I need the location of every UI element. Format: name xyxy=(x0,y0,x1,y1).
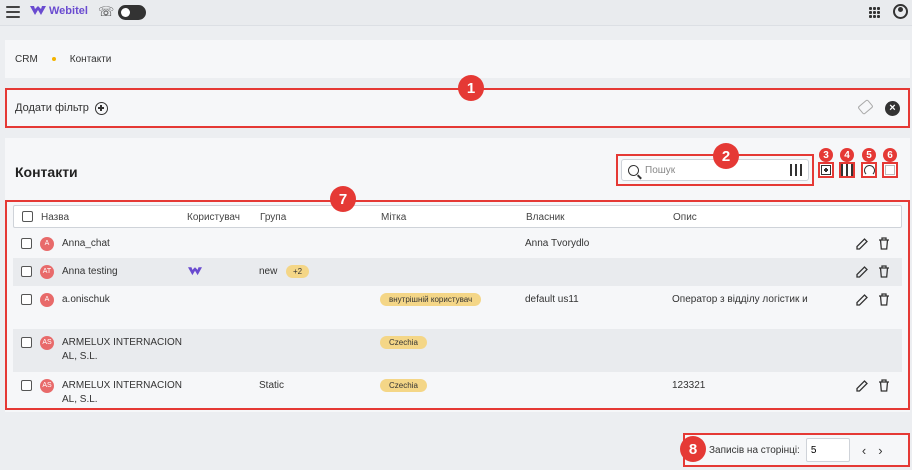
column-header-group[interactable]: Група xyxy=(260,212,286,223)
row-checkbox[interactable] xyxy=(21,337,32,348)
contact-description: Оператор з відділу логістик и xyxy=(672,294,808,305)
page-title: Контакти xyxy=(15,164,78,180)
close-icon[interactable]: × xyxy=(885,101,900,116)
pagination: Записів на сторінці: ‹ › xyxy=(683,433,910,467)
search-icon xyxy=(628,164,639,176)
avatar: A xyxy=(40,237,54,251)
top-bar: Webitel ☏ xyxy=(0,0,912,26)
columns-settings-button[interactable] xyxy=(839,162,855,178)
table-row[interactable]: AT Anna testing new +2 xyxy=(13,258,902,286)
select-all-checkbox[interactable] xyxy=(22,211,33,222)
group-count-badge[interactable]: +2 xyxy=(286,265,310,278)
contacts-table: Назва Користувач Група Мітка Власник Опи… xyxy=(5,200,910,410)
edit-icon[interactable] xyxy=(856,238,868,250)
annotation-badge-5: 5 xyxy=(862,148,876,162)
refresh-icon xyxy=(863,164,875,176)
annotation-badge-6: 6 xyxy=(883,148,897,162)
filter-sliders-icon[interactable] xyxy=(790,164,802,176)
phone-icon[interactable]: ☏ xyxy=(98,4,114,20)
chevron-right-icon[interactable]: › xyxy=(878,443,882,458)
contact-name[interactable]: a.onischuk xyxy=(62,293,110,307)
account-icon[interactable] xyxy=(893,4,908,19)
columns-sliders-icon xyxy=(841,164,853,176)
table-row[interactable]: A Anna_chat Anna Tvorydlo xyxy=(13,230,902,258)
webitel-logo-icon xyxy=(30,5,46,15)
contact-description: 123321 xyxy=(672,380,706,391)
trash-icon xyxy=(885,165,895,175)
add-filter-label: Додати фільтр xyxy=(15,102,89,114)
delete-icon[interactable] xyxy=(878,293,890,306)
annotation-badge-3: 3 xyxy=(819,148,833,162)
row-checkbox[interactable] xyxy=(21,266,32,277)
webitel-user-icon xyxy=(188,267,202,276)
contact-name[interactable]: ARMELUX INTERNACION AL, S.L. xyxy=(62,336,187,364)
table-header: Назва Користувач Група Мітка Власник Опи… xyxy=(13,205,902,228)
avatar: AS xyxy=(40,336,54,350)
add-contact-button[interactable] xyxy=(818,162,834,178)
edit-icon[interactable] xyxy=(856,294,868,306)
tag-chip: Czechia xyxy=(380,379,427,392)
row-checkbox[interactable] xyxy=(21,238,32,249)
filter-bar: Додати фільтр × xyxy=(5,88,910,128)
avatar: A xyxy=(40,293,54,307)
contacts-panel: Контакти Назва Користувач Група Мітка Вл… xyxy=(5,138,910,412)
contact-group: Static xyxy=(259,380,285,391)
status-toggle[interactable] xyxy=(118,5,146,20)
table-row[interactable]: AS ARMELUX INTERNACION AL, S.L. Static C… xyxy=(13,372,902,408)
tag-chip: внутрішній користувач xyxy=(380,293,482,306)
annotation-badge-4: 4 xyxy=(840,148,854,162)
column-header-owner[interactable]: Власник xyxy=(526,212,565,223)
hamburger-icon[interactable] xyxy=(6,6,20,18)
annotation-badge-2: 2 xyxy=(713,143,739,169)
delete-icon[interactable] xyxy=(878,265,890,278)
column-header-name[interactable]: Назва xyxy=(41,212,69,223)
column-header-user[interactable]: Користувач xyxy=(187,212,240,223)
apps-grid-icon[interactable] xyxy=(869,7,880,18)
annotation-badge-1: 1 xyxy=(458,75,484,101)
annotation-badge-7: 7 xyxy=(330,186,356,212)
row-checkbox[interactable] xyxy=(21,380,32,391)
refresh-button[interactable] xyxy=(861,162,877,178)
contact-owner: Anna Tvorydlo xyxy=(525,238,590,249)
plus-circle-icon xyxy=(94,101,108,115)
annotation-badge-8: 8 xyxy=(680,436,706,462)
logo-text: Webitel xyxy=(49,5,88,17)
eraser-icon[interactable] xyxy=(857,98,874,116)
edit-icon[interactable] xyxy=(856,380,868,392)
rows-per-page-input[interactable] xyxy=(805,438,850,462)
column-header-tag[interactable]: Мітка xyxy=(381,212,406,223)
avatar: AT xyxy=(40,265,54,279)
delete-selected-button[interactable] xyxy=(882,162,898,178)
tag-chip: Czechia xyxy=(380,336,427,349)
webitel-logo[interactable]: Webitel xyxy=(30,5,88,17)
contact-name[interactable]: Anna testing xyxy=(62,265,118,279)
breadcrumb-contacts: Контакти xyxy=(69,53,112,65)
rows-per-page-label: Записів на сторінці: xyxy=(709,444,800,456)
contact-name[interactable]: Anna_chat xyxy=(62,237,110,251)
add-filter-button[interactable]: Додати фільтр xyxy=(15,101,108,115)
breadcrumb: CRM Контакти xyxy=(5,40,910,78)
contact-group: new xyxy=(259,266,278,277)
contact-name[interactable]: ARMELUX INTERNACION AL, S.L. xyxy=(62,379,187,407)
edit-icon[interactable] xyxy=(856,266,868,278)
table-row[interactable]: A a.onischuk внутрішній користувач defau… xyxy=(13,286,902,329)
avatar: AS xyxy=(40,379,54,393)
contact-owner: default us11 xyxy=(525,294,579,305)
delete-icon[interactable] xyxy=(878,379,890,392)
breadcrumb-crm[interactable]: CRM xyxy=(15,54,38,65)
breadcrumb-separator xyxy=(51,57,56,61)
table-row[interactable]: AS ARMELUX INTERNACION AL, S.L. Czechia xyxy=(13,329,902,372)
delete-icon[interactable] xyxy=(878,237,890,250)
column-header-description[interactable]: Опис xyxy=(673,212,697,223)
plus-square-icon xyxy=(821,165,831,175)
chevron-left-icon[interactable]: ‹ xyxy=(862,443,866,458)
row-checkbox[interactable] xyxy=(21,294,32,305)
search-input[interactable] xyxy=(645,164,784,176)
